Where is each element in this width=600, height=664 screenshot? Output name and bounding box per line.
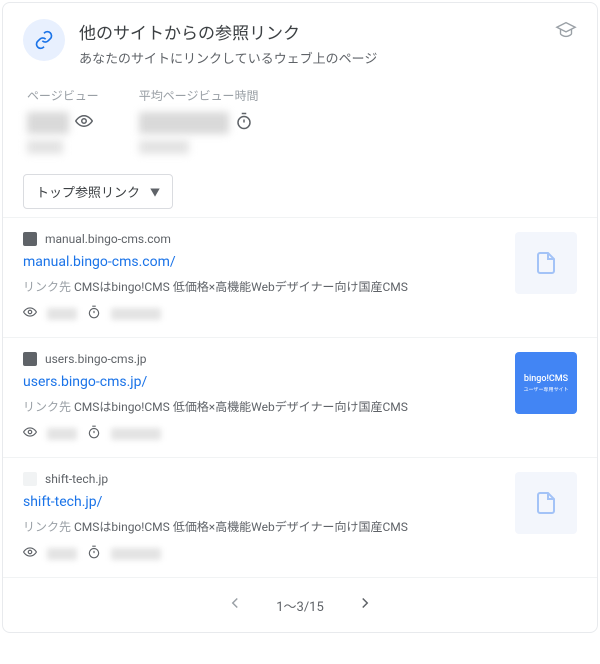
stopwatch-icon — [235, 112, 253, 134]
favicon-icon — [23, 232, 37, 246]
list-item[interactable]: users.bingo-cms.jp users.bingo-cms.jp/ リ… — [3, 337, 597, 457]
prev-page-button[interactable] — [222, 590, 248, 620]
redacted-value — [47, 428, 77, 440]
eye-icon — [75, 112, 93, 134]
thumb-text: bingo!CMS — [524, 374, 568, 384]
referral-links-card: 他のサイトからの参照リンク あなたのサイトにリンクしているウェブ上のページ ペー… — [2, 2, 598, 633]
redacted-value — [27, 140, 63, 154]
thumb-subtext: ユーザー専用サイト — [524, 386, 569, 393]
list-item[interactable]: manual.bingo-cms.com manual.bingo-cms.co… — [3, 217, 597, 337]
host-text: shift-tech.jp — [45, 472, 108, 486]
dropdown-label: トップ参照リンク — [36, 182, 140, 201]
eye-icon — [23, 425, 37, 443]
thumbnail: bingo!CMS ユーザー専用サイト — [515, 352, 577, 414]
education-icon[interactable] — [555, 19, 577, 45]
next-page-button[interactable] — [352, 590, 378, 620]
thumbnail — [515, 232, 577, 294]
metrics-row: ページビュー 平均ページビュー時間 — [3, 79, 597, 170]
redacted-value — [111, 308, 161, 320]
host-text: users.bingo-cms.jp — [45, 352, 147, 366]
stopwatch-icon — [87, 425, 101, 443]
pagination: 1～3/15 — [3, 577, 597, 632]
redacted-value — [111, 548, 161, 560]
card-header: 他のサイトからの参照リンク あなたのサイトにリンクしているウェブ上のページ — [3, 3, 597, 79]
chevron-down-icon: ▼ — [150, 184, 160, 199]
page-range: 1～3/15 — [276, 596, 324, 615]
redacted-value — [111, 428, 161, 440]
eye-icon — [23, 305, 37, 323]
avgtime-label: 平均ページビュー時間 — [139, 87, 259, 104]
favicon-icon — [23, 352, 37, 366]
redacted-value — [47, 548, 77, 560]
redacted-value — [27, 112, 69, 134]
eye-icon — [23, 545, 37, 563]
referral-list: manual.bingo-cms.com manual.bingo-cms.co… — [3, 217, 597, 577]
link-target-desc: リンク先 CMSはbingo!CMS 低価格×高機能Webデザイナー向け国産CM… — [23, 278, 503, 295]
card-subtitle: あなたのサイトにリンクしているウェブ上のページ — [79, 48, 541, 67]
link-target-desc: リンク先 CMSはbingo!CMS 低価格×高機能Webデザイナー向け国産CM… — [23, 518, 503, 535]
host-text: manual.bingo-cms.com — [45, 232, 171, 246]
redacted-value — [139, 112, 229, 134]
thumbnail — [515, 472, 577, 534]
referral-link[interactable]: shift-tech.jp/ — [23, 494, 503, 510]
card-title: 他のサイトからの参照リンク — [79, 19, 541, 44]
redacted-value — [139, 140, 189, 154]
referral-link[interactable]: manual.bingo-cms.com/ — [23, 254, 503, 270]
link-icon — [23, 19, 65, 61]
referral-link[interactable]: users.bingo-cms.jp/ — [23, 374, 503, 390]
sort-dropdown[interactable]: トップ参照リンク ▼ — [23, 174, 173, 209]
metric-avgtime: 平均ページビュー時間 — [139, 87, 259, 154]
metric-pageviews: ページビュー — [27, 87, 99, 154]
pageviews-label: ページビュー — [27, 87, 99, 104]
stopwatch-icon — [87, 545, 101, 563]
redacted-value — [47, 308, 77, 320]
favicon-icon — [23, 472, 37, 486]
list-item[interactable]: shift-tech.jp shift-tech.jp/ リンク先 CMSはbi… — [3, 457, 597, 577]
stopwatch-icon — [87, 305, 101, 323]
link-target-desc: リンク先 CMSはbingo!CMS 低価格×高機能Webデザイナー向け国産CM… — [23, 398, 503, 415]
